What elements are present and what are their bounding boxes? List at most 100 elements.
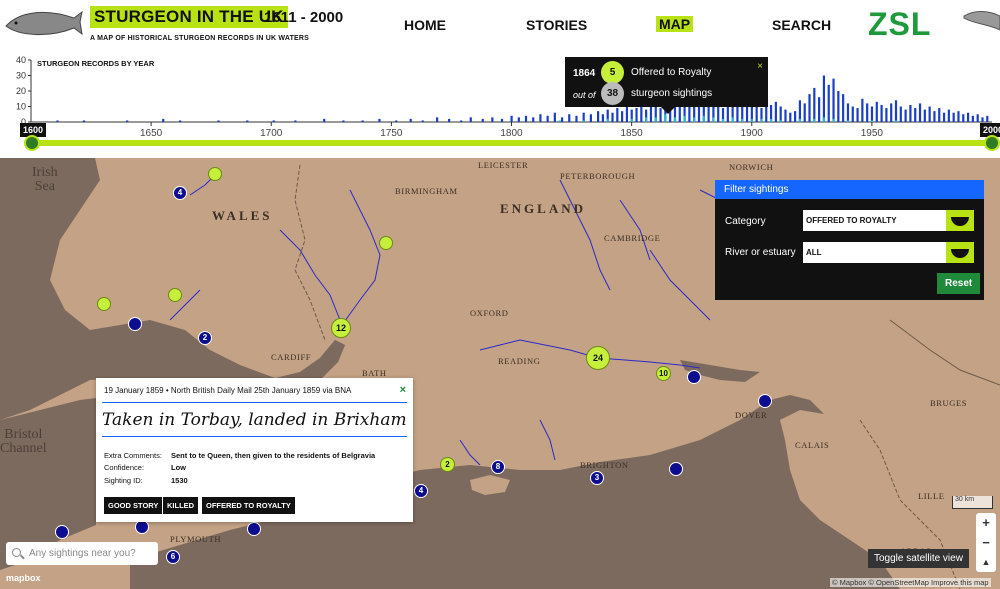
cluster-marker[interactable]: 2: [198, 331, 212, 345]
site-years: 1611 - 2000: [264, 9, 344, 26]
region-label-wales: WALES: [212, 208, 273, 223]
chevron-down-icon: [946, 210, 974, 231]
close-icon[interactable]: ×: [400, 384, 406, 396]
sighting-marker[interactable]: [135, 520, 149, 534]
zsl-logo[interactable]: ZSL: [868, 6, 931, 43]
sighting-marker[interactable]: [168, 288, 182, 302]
x-tick-label: 1800: [500, 128, 523, 139]
sighting-marker[interactable]: [97, 297, 111, 311]
site-title[interactable]: STURGEON IN THE UK: [90, 6, 288, 28]
bar: [779, 106, 782, 122]
sighting-marker[interactable]: [758, 394, 772, 408]
bar: [846, 120, 850, 122]
sighting-marker[interactable]: [208, 167, 222, 181]
sturgeon-fish-icon: [963, 11, 1000, 31]
tag-offered-to-royalty[interactable]: OFFERED TO ROYALTY: [202, 497, 295, 514]
bar: [630, 118, 633, 122]
bar: [272, 120, 275, 122]
sighting-marker[interactable]: [379, 236, 393, 250]
place-label: CAMBRIDGE: [604, 233, 661, 243]
x-tick-label: 1650: [140, 128, 163, 139]
river-select[interactable]: ALL: [803, 242, 974, 263]
bar: [851, 106, 854, 122]
chevron-down-icon: [946, 242, 974, 263]
bar: [568, 114, 571, 122]
y-tick-label: 30: [16, 71, 26, 81]
tooltip-count-badge: 5: [601, 61, 624, 84]
bar: [750, 118, 753, 122]
bar: [635, 108, 638, 122]
x-tick-label: 1750: [380, 128, 403, 139]
bar: [448, 118, 451, 122]
popup-title: Taken in Torbay, landed in Brixham: [102, 410, 407, 430]
bar: [808, 94, 811, 122]
bar: [510, 115, 513, 122]
nav-map[interactable]: MAP: [656, 16, 694, 32]
bar: [966, 112, 970, 122]
cluster-marker[interactable]: 2: [440, 457, 455, 472]
bar: [395, 120, 398, 122]
tag-killed[interactable]: KILLED: [163, 497, 199, 514]
bar: [880, 104, 883, 122]
cluster-marker[interactable]: 6: [166, 550, 180, 564]
bar: [560, 117, 564, 122]
cluster-marker[interactable]: 3: [590, 471, 604, 485]
toggle-satellite-button[interactable]: Toggle satellite view: [868, 549, 969, 568]
timeline-panel: 0 10 20 30 40 1650 1700 1750 1800 1850 1900 1950 ST…: [0, 50, 1000, 158]
sighting-marker[interactable]: [687, 370, 701, 384]
bar: [596, 111, 600, 122]
bar: [813, 118, 816, 122]
timeline-end-handle[interactable]: [984, 135, 1000, 151]
mapbox-logo[interactable]: mapbox: [6, 573, 41, 583]
bar: [837, 91, 840, 122]
sighting-marker[interactable]: [55, 525, 69, 539]
bar: [649, 106, 653, 122]
category-select[interactable]: OFFERED TO ROYALTY: [803, 210, 974, 231]
field-label: Confidence:: [104, 463, 145, 472]
bar: [460, 120, 463, 122]
place-label: CARDIFF: [271, 352, 312, 362]
bar: [589, 114, 592, 122]
bar: [822, 75, 826, 122]
place-label: CALAIS: [795, 440, 830, 450]
timeline-start-handle[interactable]: [24, 135, 40, 151]
place-label: OXFORD: [470, 308, 509, 318]
bar: [957, 111, 960, 122]
zoom-out-button[interactable]: −: [976, 533, 996, 552]
tag-good-story[interactable]: GOOD STORY: [104, 497, 163, 514]
cluster-marker[interactable]: 4: [414, 484, 428, 498]
bar: [875, 101, 878, 122]
map-attribution[interactable]: © Mapbox © OpenStreetMap Improve this ma…: [830, 578, 991, 587]
bar: [721, 118, 725, 122]
nav-stories[interactable]: STORIES: [526, 17, 587, 33]
reset-button[interactable]: Reset: [937, 273, 981, 294]
nav-home[interactable]: HOME: [404, 17, 446, 33]
bar: [832, 78, 835, 122]
cluster-marker[interactable]: 24: [586, 346, 610, 370]
tooltip-close-icon[interactable]: ×: [757, 61, 763, 72]
nav-search[interactable]: SEARCH: [772, 17, 831, 33]
cluster-marker[interactable]: 4: [173, 186, 187, 200]
bar: [707, 106, 710, 122]
cluster-marker[interactable]: 10: [656, 366, 671, 381]
timeline-title: STURGEON RECORDS BY YEAR: [37, 59, 155, 68]
bar: [731, 117, 734, 122]
bar: [986, 115, 989, 122]
bar: [616, 108, 619, 122]
cluster-marker[interactable]: 12: [331, 318, 351, 338]
bar: [517, 117, 520, 122]
bar: [558, 120, 561, 122]
bar: [469, 117, 472, 122]
place-label: PETERBOROUGH: [560, 171, 636, 181]
bar: [683, 115, 686, 122]
filter-title: Filter sightings: [715, 180, 984, 199]
search-icon: [12, 548, 21, 557]
cluster-marker[interactable]: 8: [491, 460, 505, 474]
search-input[interactable]: Any sightings near you?: [6, 542, 158, 565]
compass-icon[interactable]: ▲: [976, 553, 996, 572]
sighting-marker[interactable]: [247, 522, 261, 536]
bar: [909, 104, 912, 122]
zoom-in-button[interactable]: +: [976, 513, 996, 532]
sighting-marker[interactable]: [128, 317, 142, 331]
sighting-marker[interactable]: [669, 462, 683, 476]
